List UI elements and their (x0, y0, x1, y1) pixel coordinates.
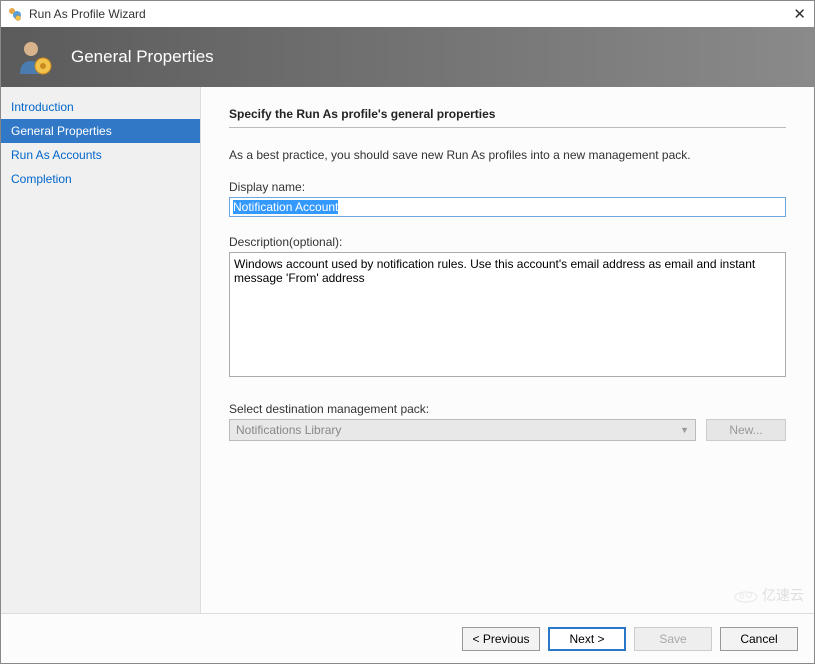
save-button: Save (634, 627, 712, 651)
wizard-footer: < Previous Next > Save Cancel (1, 613, 814, 663)
titlebar: Run As Profile Wizard ✕ (1, 1, 814, 27)
display-name-input[interactable]: Notification Account (229, 197, 786, 217)
wizard-header: General Properties (1, 27, 814, 87)
management-pack-value: Notifications Library (236, 423, 341, 437)
watermark: 亿速云 (734, 585, 804, 605)
window-title: Run As Profile Wizard (29, 7, 146, 21)
previous-button[interactable]: < Previous (462, 627, 540, 651)
wizard-step-title: General Properties (71, 47, 214, 67)
app-icon (7, 6, 23, 22)
description-label: Description(optional): (229, 235, 786, 249)
display-name-value: Notification Account (233, 200, 338, 214)
wizard-content: Specify the Run As profile's general pro… (201, 87, 814, 613)
description-input[interactable] (229, 252, 786, 377)
management-pack-dropdown: Notifications Library ▼ (229, 419, 696, 441)
wizard-hero-icon (13, 36, 55, 78)
cancel-button[interactable]: Cancel (720, 627, 798, 651)
management-pack-label: Select destination management pack: (229, 402, 786, 416)
close-icon[interactable]: ✕ (793, 5, 806, 23)
new-management-pack-button: New... (706, 419, 786, 441)
display-name-label: Display name: (229, 180, 786, 194)
content-hint: As a best practice, you should save new … (229, 148, 786, 162)
content-heading: Specify the Run As profile's general pro… (229, 107, 786, 128)
next-button[interactable]: Next > (548, 627, 626, 651)
sidebar-item-introduction[interactable]: Introduction (1, 95, 200, 119)
sidebar-item-general-properties[interactable]: General Properties (1, 119, 200, 143)
chevron-down-icon: ▼ (680, 425, 689, 435)
sidebar-item-run-as-accounts[interactable]: Run As Accounts (1, 143, 200, 167)
sidebar-item-completion[interactable]: Completion (1, 167, 200, 191)
wizard-sidebar: Introduction General Properties Run As A… (1, 87, 201, 613)
